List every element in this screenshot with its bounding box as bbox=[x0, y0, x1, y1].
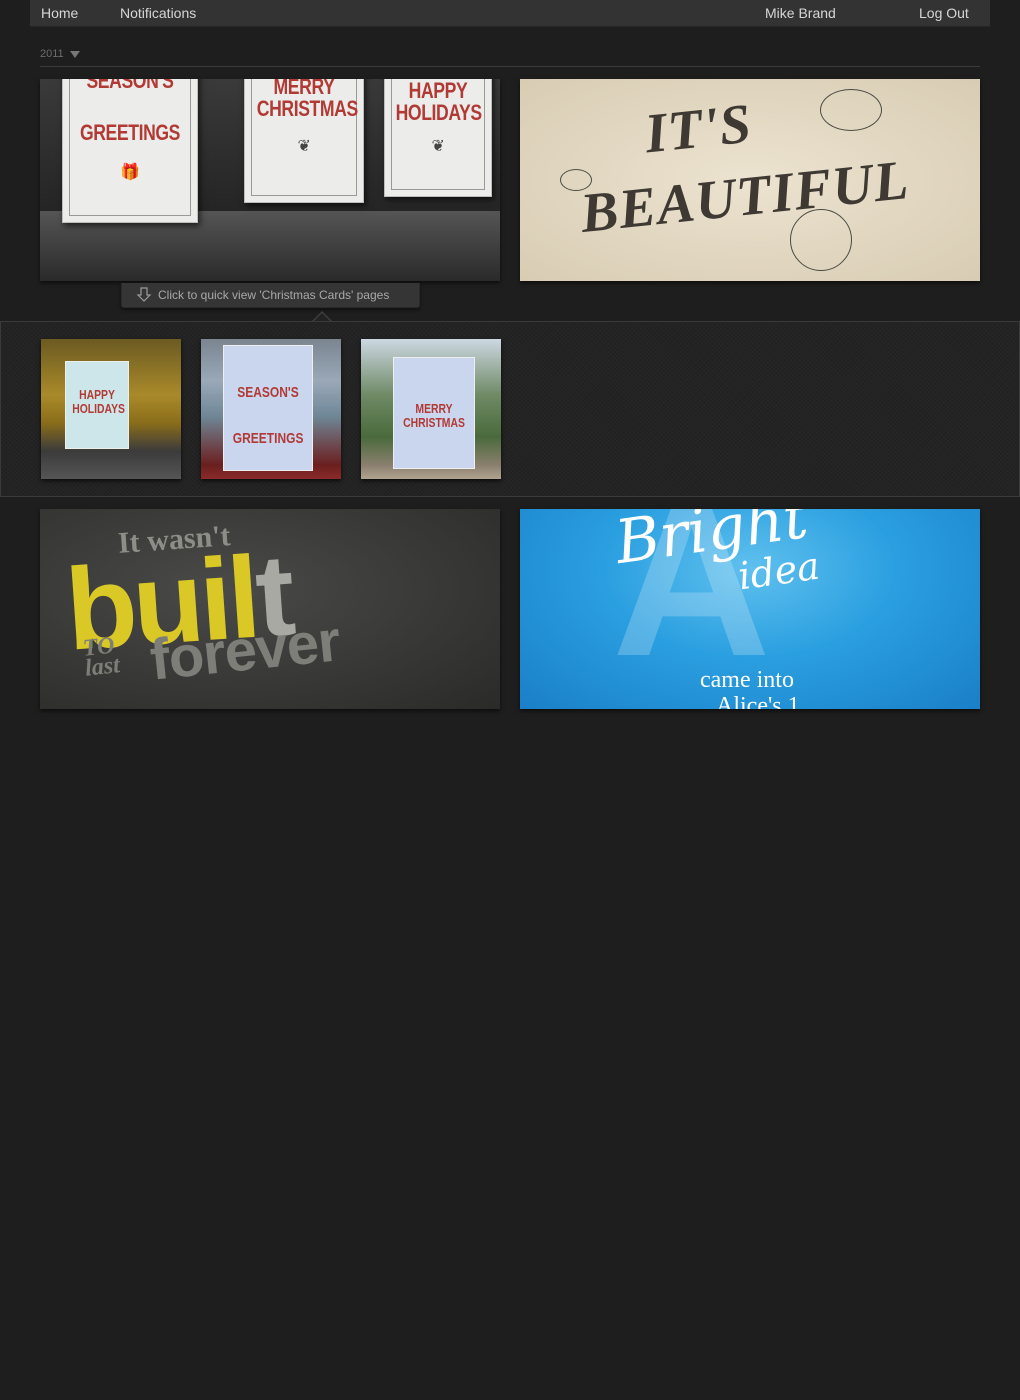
thumbnail-happy-holidays[interactable]: HAPPY HOLIDAYS bbox=[41, 339, 181, 479]
nav-user-link[interactable]: Mike Brand bbox=[765, 5, 836, 21]
card-text-bottom: CHRISTMAS bbox=[256, 96, 358, 121]
nav-home-link[interactable]: Home bbox=[41, 5, 78, 21]
thumbnail-seasons-greetings[interactable]: SEASON'S GREETINGS bbox=[201, 339, 341, 479]
card-text-bottom: HOLIDAYS bbox=[395, 100, 483, 125]
thumb-card: HAPPY HOLIDAYS bbox=[65, 361, 129, 449]
project-tile-bright-idea[interactable]: A Bright idea came into Alice's 1 bbox=[520, 509, 980, 709]
thumb-card-text-bottom: HOLIDAYS bbox=[72, 401, 125, 416]
project-tile-its-beautiful[interactable]: IT'S BEAUTIFUL bbox=[520, 79, 980, 281]
card-merry-christmas: MERRY CHRISTMAS ❦ bbox=[244, 79, 364, 203]
thumb-card: MERRY CHRISTMAS bbox=[393, 357, 475, 469]
thumb-card-text-top: SEASON'S bbox=[237, 384, 299, 401]
thumb-card-text-top: HAPPY bbox=[79, 387, 115, 402]
thumbnail-merry-christmas[interactable]: MERRY CHRISTMAS bbox=[361, 339, 501, 479]
tile-text-last: last bbox=[83, 652, 121, 682]
nav-notifications-link[interactable]: Notifications bbox=[120, 5, 196, 21]
quick-view-label: Click to quick view 'Christmas Cards' pa… bbox=[158, 288, 390, 302]
quick-view-drawer: HAPPY HOLIDAYS SEASON'S GREETINGS MERRY … bbox=[0, 321, 1020, 497]
thumb-card-text-bottom: GREETINGS bbox=[232, 430, 304, 447]
card-happy-holidays: HAPPY HOLIDAYS ❦ bbox=[384, 79, 492, 197]
ornament-icon: ❦ bbox=[431, 138, 445, 155]
gift-icon: 🎁 bbox=[120, 164, 140, 181]
thumb-card-text-bottom: CHRISTMAS bbox=[403, 415, 465, 430]
card-seasons-greetings: SEASON'S GREETINGS 🎁 bbox=[62, 79, 198, 223]
thumb-card-text-top: MERRY bbox=[415, 401, 453, 416]
year-header: 2011 bbox=[40, 46, 980, 67]
tile-text-alice: Alice's 1 bbox=[716, 693, 800, 709]
card-text-top: HAPPY bbox=[408, 79, 468, 103]
thumb-card: SEASON'S GREETINGS bbox=[223, 345, 313, 471]
swirl-ornament bbox=[820, 89, 882, 131]
year-dropdown-arrow-icon[interactable] bbox=[70, 51, 80, 58]
card-text-bottom: GREETINGS bbox=[79, 120, 181, 145]
project-tile-built-forever[interactable]: It wasn't built TO last forever bbox=[40, 509, 500, 709]
card-text-top: SEASON'S bbox=[86, 79, 174, 93]
nav-logout-link[interactable]: Log Out bbox=[919, 5, 969, 21]
ornament-icon: ❦ bbox=[297, 138, 311, 155]
quick-view-button[interactable]: Click to quick view 'Christmas Cards' pa… bbox=[121, 283, 420, 308]
tile-text-came-into: came into bbox=[700, 667, 794, 693]
tile-title-line1: IT'S bbox=[642, 92, 755, 166]
top-nav-bar: Home Notifications Mike Brand Log Out bbox=[30, 0, 990, 27]
tile-text-to-last: TO last bbox=[82, 633, 121, 682]
project-tile-christmas-cards[interactable]: SEASON'S GREETINGS 🎁 MERRY CHRISTMAS ❦ H… bbox=[40, 79, 500, 281]
year-label[interactable]: 2011 bbox=[40, 48, 64, 60]
tile-title-line2: BEAUTIFUL bbox=[577, 148, 912, 246]
download-arrow-icon bbox=[136, 287, 152, 302]
